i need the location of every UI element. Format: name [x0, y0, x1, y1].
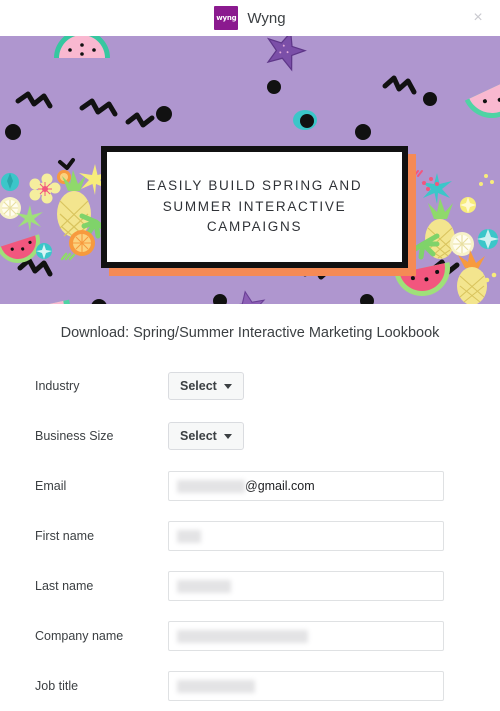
form-rows: Industry Select Business Size Select Email @g…: [0, 361, 500, 711]
dot-decoration: [5, 124, 21, 140]
chevron-down-icon: [223, 383, 232, 389]
select-value: Select: [180, 379, 217, 393]
flower-icon: [36, 243, 52, 259]
field-label: First name: [35, 529, 95, 543]
select-dropdown[interactable]: Select: [168, 422, 244, 450]
redacted-value: [177, 679, 255, 693]
hero-headline: EASILY BUILD SPRING AND SUMMER INTERACTI…: [146, 177, 363, 235]
flower-icon: [460, 197, 476, 213]
field-label: Business Size: [35, 429, 114, 443]
sprinkles-decoration: [479, 174, 494, 186]
orange-slice-icon: [57, 170, 71, 184]
input-value: @gmail.com: [245, 479, 315, 493]
modal-header: wyng Wyng ×: [0, 0, 500, 36]
watermelon-icon-top: [54, 36, 110, 58]
form-row: Company name: [0, 611, 500, 661]
brand: wyng Wyng: [214, 6, 286, 30]
brand-title: Wyng: [247, 9, 286, 27]
form-row: First name: [0, 511, 500, 561]
starfish-icon: [266, 36, 307, 72]
field-label: Email: [35, 479, 67, 493]
form-title: Download: Spring/Summer Interactive Mark…: [60, 325, 440, 341]
watermelon-icon: [464, 75, 500, 118]
dot-decoration: [91, 299, 107, 304]
form-row: Industry Select: [0, 361, 500, 411]
squiggle-decoration: [17, 257, 53, 277]
dot-decoration: [360, 294, 374, 304]
field-label: Job title: [35, 679, 79, 693]
redacted-value: [177, 529, 201, 543]
squiggle-decoration: [79, 98, 118, 117]
starburst-icon: [421, 173, 452, 204]
field-label: Industry: [35, 379, 80, 393]
squiggle-decoration: [125, 112, 155, 128]
flower-icon: [29, 173, 61, 204]
form-row: Email @gmail.com: [0, 461, 500, 511]
lemon-slice-icon: [0, 197, 21, 219]
hero-box-inner: EASILY BUILD SPRING AND SUMMER INTERACTI…: [107, 152, 402, 262]
redacted-value: [177, 479, 245, 493]
watermelon-icon: [0, 299, 70, 304]
field-label: Last name: [35, 579, 94, 593]
form-row: Job title: [0, 661, 500, 711]
text-input[interactable]: [168, 671, 444, 701]
flower-icon: [1, 173, 19, 191]
flower-icon: [477, 229, 499, 249]
dot-decoration: [267, 80, 281, 94]
redacted-value: [177, 629, 308, 643]
pineapple-icon: [457, 250, 487, 304]
redacted-value: [177, 579, 231, 593]
dot-decoration: [156, 106, 172, 122]
hero-box: EASILY BUILD SPRING AND SUMMER INTERACTI…: [101, 146, 408, 268]
field-label: Company name: [35, 629, 124, 643]
text-input[interactable]: [168, 571, 444, 601]
squiggle-decoration: [15, 91, 53, 109]
form-row: Business Size Select: [0, 411, 500, 461]
starfish-icon: [228, 290, 266, 304]
dot-decoration: [213, 294, 227, 304]
wyng-logo-icon: wyng: [214, 6, 239, 30]
form-row: Last name: [0, 561, 500, 611]
squiggle-decoration: [382, 75, 417, 95]
select-value: Select: [180, 429, 217, 443]
dot-decoration: [355, 124, 371, 140]
sprig-icon: [60, 252, 76, 261]
chevron-down-icon: [223, 433, 232, 439]
text-input[interactable]: [168, 521, 444, 551]
wyng-logo-text: wyng: [216, 14, 237, 22]
dot-decoration: [423, 92, 437, 106]
close-icon[interactable]: ×: [466, 6, 490, 30]
orange-slice-icon: [69, 230, 95, 256]
text-input[interactable]: @gmail.com: [168, 471, 444, 501]
promo-banner: EASILY BUILD SPRING AND SUMMER INTERACTI…: [0, 36, 500, 304]
select-dropdown[interactable]: Select: [168, 372, 244, 400]
text-input[interactable]: [168, 621, 444, 651]
lead-form: Download: Spring/Summer Interactive Mark…: [0, 304, 500, 711]
leaf-icon: [293, 110, 317, 130]
squiggle-decoration: [58, 158, 75, 170]
